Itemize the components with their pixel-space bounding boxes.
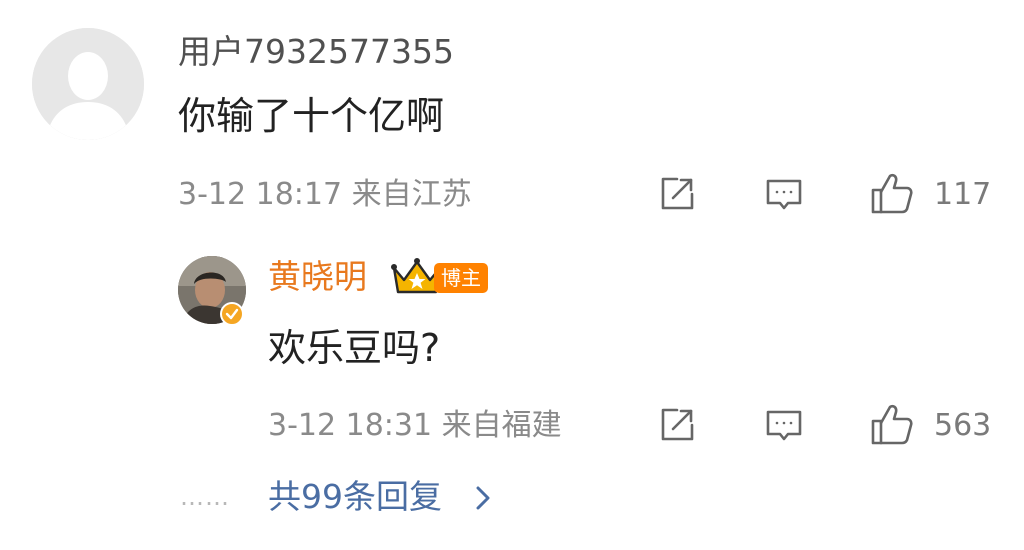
share-icon[interactable] xyxy=(657,174,697,214)
avatar[interactable] xyxy=(32,28,144,140)
reply-username[interactable]: 黄晓明 xyxy=(268,254,367,300)
like-icon[interactable] xyxy=(869,170,915,216)
comment-text: 你输了十个亿啊 xyxy=(178,94,445,138)
comment-icon[interactable] xyxy=(764,174,804,214)
like-count: 563 xyxy=(934,408,992,443)
like-icon[interactable] xyxy=(869,401,915,447)
share-icon[interactable] xyxy=(657,405,697,445)
verified-icon xyxy=(220,302,244,326)
like-count: 117 xyxy=(934,177,992,212)
reply-text: 欢乐豆吗? xyxy=(268,326,441,370)
blogger-badge: 博主 xyxy=(434,263,488,293)
reply-meta: 3-12 18:31 来自福建 xyxy=(268,408,562,443)
default-avatar-icon xyxy=(32,28,144,140)
comment-username[interactable]: 用户7932577355 xyxy=(178,30,454,74)
view-more-replies-link[interactable]: 共99条回复 xyxy=(268,474,442,520)
chevron-right-icon[interactable] xyxy=(474,484,492,512)
comment-icon[interactable] xyxy=(764,405,804,445)
comment-meta: 3-12 18:17 来自江苏 xyxy=(178,177,472,212)
more-dots: …… xyxy=(180,483,230,511)
